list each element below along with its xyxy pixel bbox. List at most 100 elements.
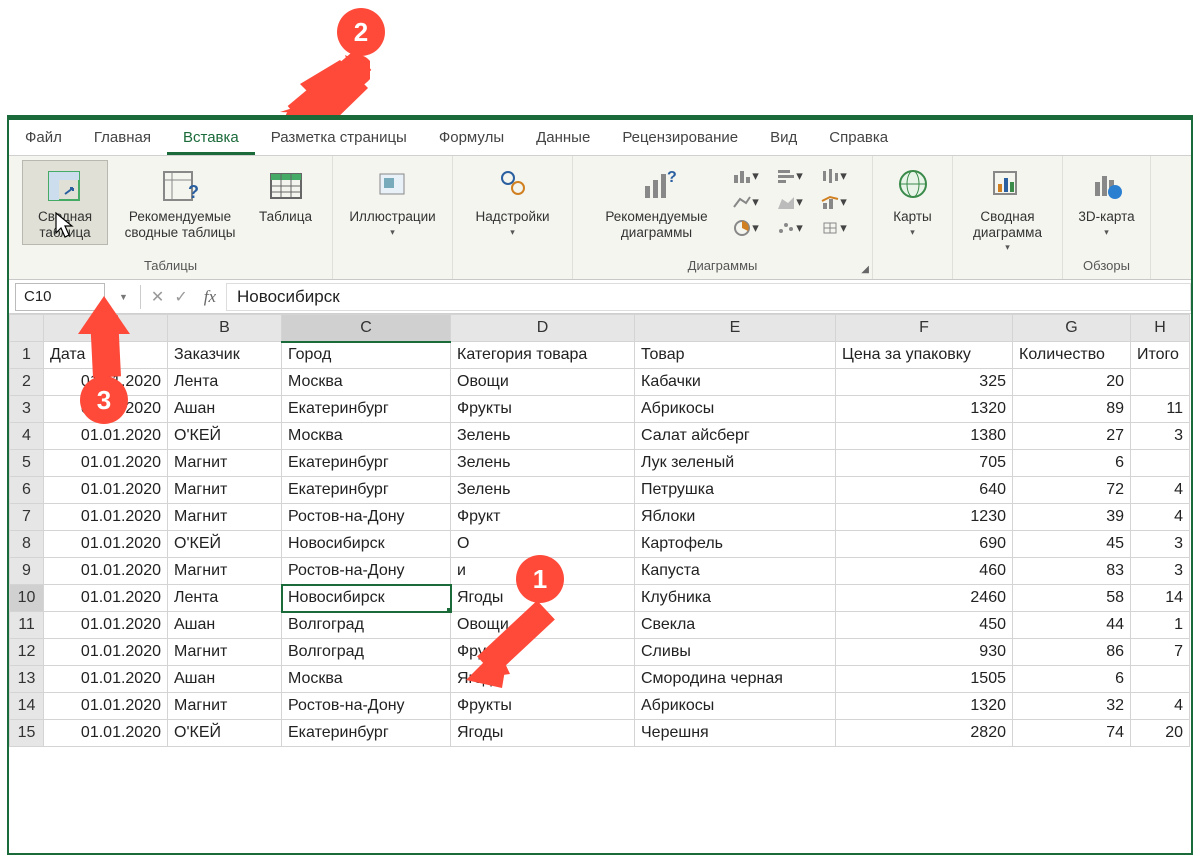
cell[interactable]: 1380 <box>836 423 1013 450</box>
cell[interactable]: Клубника <box>635 585 836 612</box>
cell[interactable]: 930 <box>836 639 1013 666</box>
cell[interactable]: Кабачки <box>635 369 836 396</box>
tab-вид[interactable]: Вид <box>754 123 813 155</box>
cell[interactable]: Овощи <box>451 369 635 396</box>
cell[interactable]: Яблоки <box>635 504 836 531</box>
cell[interactable]: Фрукт <box>451 504 635 531</box>
cell[interactable]: 72 <box>1013 477 1131 504</box>
cell[interactable]: 1230 <box>836 504 1013 531</box>
cell[interactable]: Зелень <box>451 423 635 450</box>
cell[interactable]: 11 <box>1131 396 1190 423</box>
row-header[interactable]: 10 <box>10 585 44 612</box>
cell[interactable]: Ростов-на-Дону <box>282 504 451 531</box>
cell[interactable]: 01.01.2020 <box>44 504 168 531</box>
cell[interactable]: 705 <box>836 450 1013 477</box>
formula-bar[interactable]: Новосибирск <box>226 283 1191 311</box>
cell[interactable]: 83 <box>1013 558 1131 585</box>
cell[interactable]: 44 <box>1013 612 1131 639</box>
cell[interactable]: Волгоград <box>282 612 451 639</box>
column-header-H[interactable]: H <box>1131 315 1190 342</box>
tab-формулы[interactable]: Формулы <box>423 123 520 155</box>
cell[interactable]: Магнит <box>168 639 282 666</box>
chart-surface-button[interactable]: ▾ <box>816 216 852 240</box>
tab-данные[interactable]: Данные <box>520 123 606 155</box>
tab-разметка страницы[interactable]: Разметка страницы <box>255 123 423 155</box>
column-header-C[interactable]: C <box>282 315 451 342</box>
cell[interactable]: Зелень <box>451 477 635 504</box>
row-header[interactable]: 4 <box>10 423 44 450</box>
cell[interactable]: 6 <box>1013 450 1131 477</box>
cell[interactable]: Фрукты <box>451 693 635 720</box>
cell[interactable]: Абрикосы <box>635 693 836 720</box>
cell[interactable]: Магнит <box>168 693 282 720</box>
cell[interactable]: Москва <box>282 423 451 450</box>
row-header[interactable]: 12 <box>10 639 44 666</box>
cell[interactable]: 39 <box>1013 504 1131 531</box>
cell[interactable]: 640 <box>836 477 1013 504</box>
column-header-E[interactable]: E <box>635 315 836 342</box>
cell[interactable]: Магнит <box>168 450 282 477</box>
recommended-charts-button[interactable]: ? Рекомендуемые диаграммы <box>590 160 724 245</box>
row-header[interactable]: 5 <box>10 450 44 477</box>
cell[interactable]: Сливы <box>635 639 836 666</box>
cell[interactable]: Итого <box>1131 342 1190 369</box>
cell[interactable]: 20 <box>1013 369 1131 396</box>
cell[interactable]: Количество <box>1013 342 1131 369</box>
cell[interactable]: Магнит <box>168 558 282 585</box>
cell[interactable]: 20 <box>1131 720 1190 747</box>
cell[interactable]: Абрикосы <box>635 396 836 423</box>
tab-главная[interactable]: Главная <box>78 123 167 155</box>
chart-line-button[interactable]: ▾ <box>728 190 764 214</box>
row-header[interactable]: 1 <box>10 342 44 369</box>
cell[interactable]: Новосибирск <box>282 531 451 558</box>
cell[interactable]: Лук зеленый <box>635 450 836 477</box>
cell[interactable]: Магнит <box>168 477 282 504</box>
cell[interactable]: 27 <box>1013 423 1131 450</box>
cell[interactable]: 3 <box>1131 558 1190 585</box>
table-button[interactable]: Таблица <box>252 160 319 230</box>
row-header[interactable]: 2 <box>10 369 44 396</box>
pivot-chart-button[interactable]: Сводная диаграмма ▾ <box>959 160 1056 257</box>
cell[interactable]: Новосибирск <box>282 585 451 612</box>
column-header-B[interactable]: B <box>168 315 282 342</box>
cell[interactable]: О'КЕЙ <box>168 720 282 747</box>
cell[interactable]: 4 <box>1131 477 1190 504</box>
tab-рецензирование[interactable]: Рецензирование <box>606 123 754 155</box>
cell[interactable]: Екатеринбург <box>282 720 451 747</box>
row-header[interactable]: 14 <box>10 693 44 720</box>
cell[interactable]: 6 <box>1013 666 1131 693</box>
cell[interactable]: 1 <box>1131 612 1190 639</box>
cell[interactable]: Лента <box>168 585 282 612</box>
cell[interactable]: Петрушка <box>635 477 836 504</box>
accept-formula-icon[interactable]: ✓ <box>174 287 187 307</box>
chart-bar-button[interactable]: ▾ <box>772 164 808 188</box>
tab-справка[interactable]: Справка <box>813 123 904 155</box>
cell[interactable]: Ягоды <box>451 720 635 747</box>
cell[interactable]: Фрукты <box>451 396 635 423</box>
chart-column-button[interactable]: ▾ <box>728 164 764 188</box>
row-header[interactable]: 8 <box>10 531 44 558</box>
cell[interactable]: 01.01.2020 <box>44 720 168 747</box>
row-header[interactable]: 7 <box>10 504 44 531</box>
cell[interactable]: Зелень <box>451 450 635 477</box>
addins-button[interactable]: Надстройки ▾ <box>468 160 556 242</box>
tab-вставка[interactable]: Вставка <box>167 123 255 155</box>
cell[interactable]: 325 <box>836 369 1013 396</box>
cell[interactable]: 3 <box>1131 531 1190 558</box>
row-header[interactable]: 3 <box>10 396 44 423</box>
cell[interactable]: 7 <box>1131 639 1190 666</box>
cell[interactable] <box>1131 369 1190 396</box>
cell[interactable]: 450 <box>836 612 1013 639</box>
cell[interactable]: 4 <box>1131 693 1190 720</box>
cell[interactable]: 01.01.2020 <box>44 450 168 477</box>
cell[interactable]: 01.01.2020 <box>44 558 168 585</box>
row-header[interactable]: 11 <box>10 612 44 639</box>
cell[interactable]: Картофель <box>635 531 836 558</box>
cell[interactable]: Екатеринбург <box>282 396 451 423</box>
cell[interactable] <box>1131 450 1190 477</box>
cell[interactable] <box>1131 666 1190 693</box>
cell[interactable]: Москва <box>282 666 451 693</box>
illustrations-button[interactable]: Иллюстрации ▾ <box>342 160 442 242</box>
chart-stock-button[interactable]: ▾ <box>816 164 852 188</box>
cell[interactable]: 01.01.2020 <box>44 612 168 639</box>
